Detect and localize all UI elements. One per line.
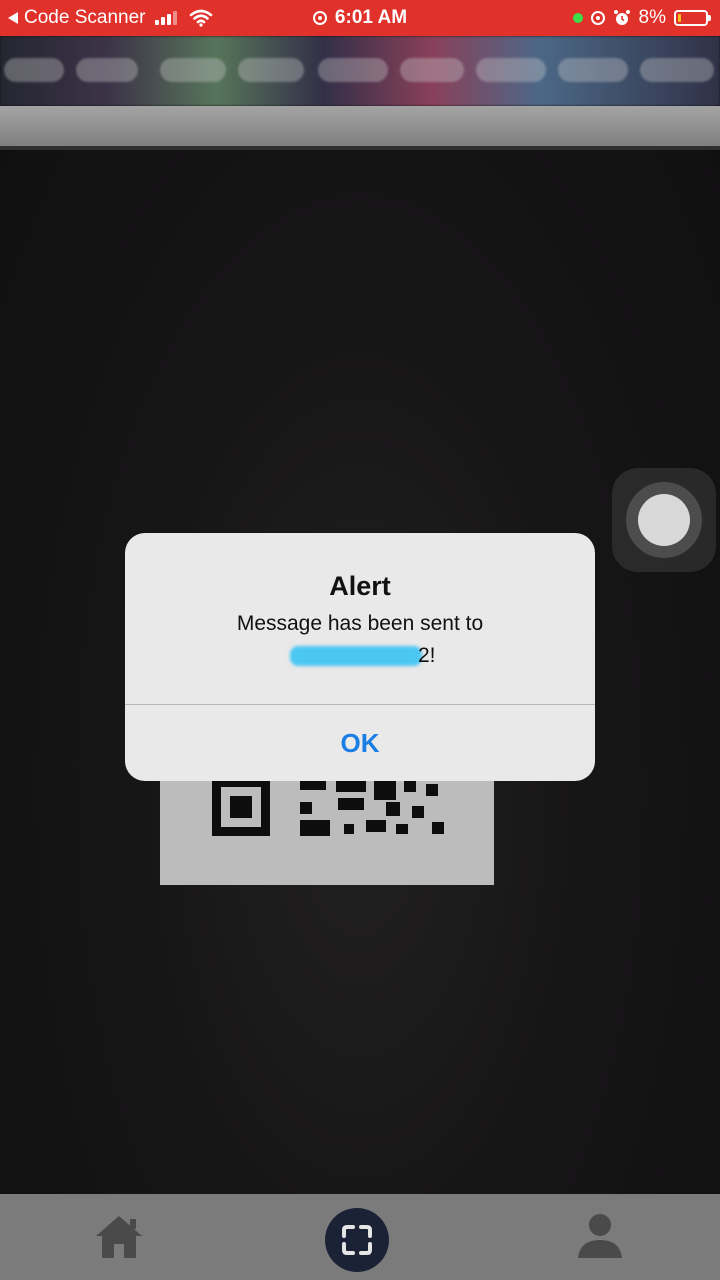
alarm-icon bbox=[613, 10, 630, 25]
alert-number-tail: 2! bbox=[418, 644, 436, 667]
status-time: 6:01 AM bbox=[334, 7, 408, 28]
scan-icon bbox=[342, 1225, 372, 1255]
ok-button[interactable]: OK bbox=[125, 705, 595, 781]
alert-title: Alert bbox=[329, 571, 391, 601]
bottom-nav bbox=[0, 1194, 720, 1280]
battery-icon bbox=[674, 10, 711, 26]
alert-dialog: Alert Message has been sent to 2! OK bbox=[125, 533, 595, 781]
assistive-touch-button[interactable] bbox=[612, 468, 716, 572]
screen: Code Scanner 6:01 AM 8% Alert Message ha… bbox=[0, 0, 720, 1280]
scan-button[interactable] bbox=[325, 1208, 389, 1272]
screen-record-icon bbox=[312, 11, 327, 25]
alert-phone-number: 2! bbox=[125, 644, 595, 670]
status-right-group: 8% bbox=[572, 0, 711, 36]
rotation-lock-icon bbox=[590, 11, 605, 25]
status-bar: Code Scanner 6:01 AM 8% bbox=[0, 0, 720, 36]
alert-message: Message has been sent to bbox=[236, 612, 484, 635]
redaction-mark bbox=[290, 646, 422, 666]
profile-icon[interactable] bbox=[576, 1212, 624, 1260]
battery-percent: 8% bbox=[638, 7, 666, 28]
home-icon[interactable] bbox=[92, 1212, 146, 1260]
camera-in-use-icon bbox=[572, 13, 583, 23]
